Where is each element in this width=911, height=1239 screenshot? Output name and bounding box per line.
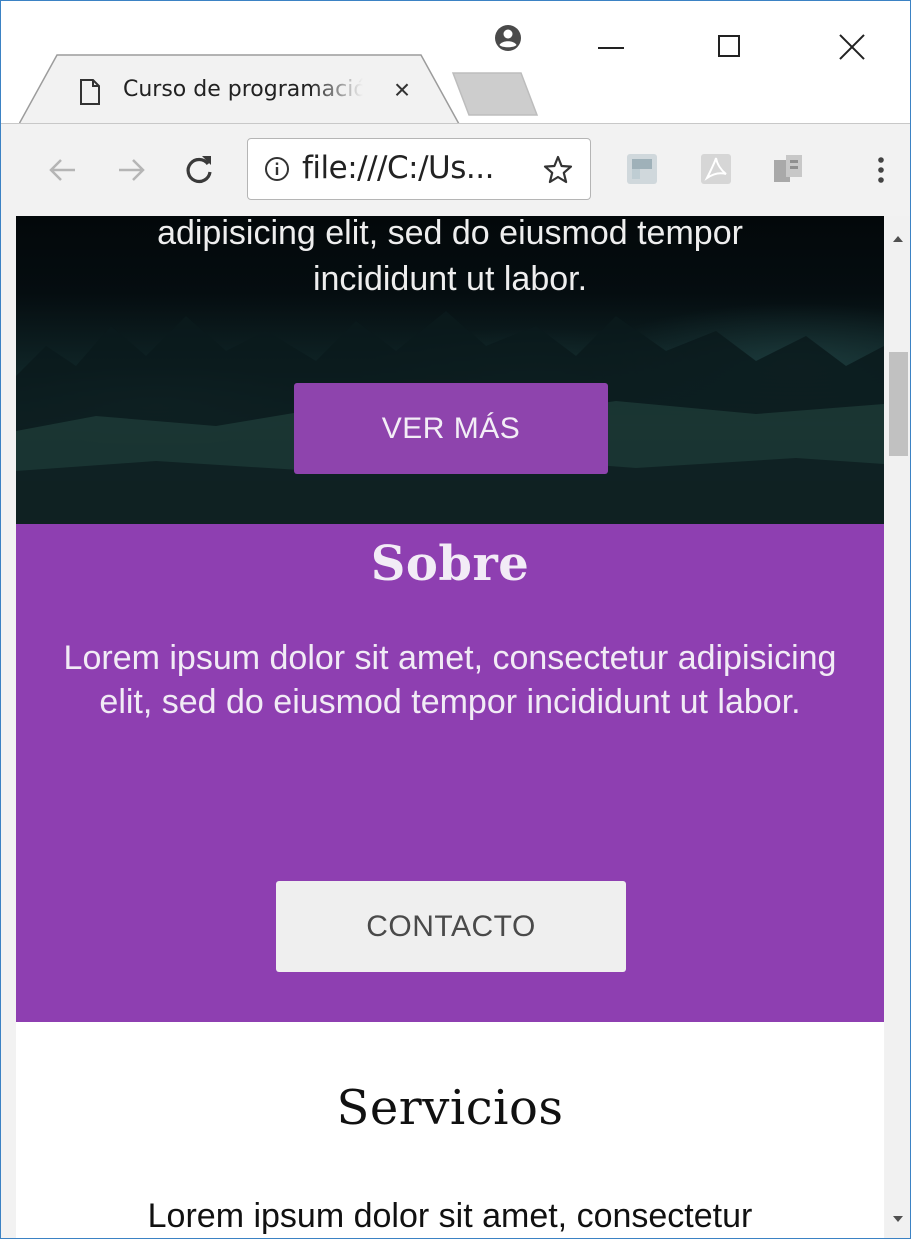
url-text: file:///C:/Us... — [302, 150, 494, 186]
hero-text-line-2: incididunt ut labor. — [312, 260, 588, 298]
back-arrow-icon[interactable] — [45, 152, 81, 188]
scroll-down-arrow-icon[interactable] — [893, 1216, 903, 1222]
profile-icon[interactable] — [493, 23, 523, 53]
minimize-button[interactable] — [550, 15, 670, 75]
servicios-section: Servicios Lorem ipsum dolor sit amet, co… — [16, 1022, 884, 1238]
forward-arrow-icon[interactable] — [113, 152, 149, 188]
browser-window: Curso de programación × file:///C:/Us...… — [0, 0, 911, 1239]
hero-section: adipisicing elit, sed do eiusmod tempor … — [16, 216, 884, 524]
browser-toolbar: file:///C:/Us... — [1, 123, 910, 216]
info-icon[interactable] — [264, 156, 290, 182]
tab-active[interactable]: Curso de programación × — [19, 53, 460, 125]
title-bar: Curso de programación × — [1, 1, 910, 125]
sobre-section: Sobre Lorem ipsum dolor sit amet, consec… — [16, 524, 884, 1022]
reload-icon[interactable] — [181, 152, 217, 188]
ver-mas-button[interactable]: VER MÁS — [294, 383, 608, 474]
servicios-text: Lorem ipsum dolor sit amet, consectetur — [147, 1197, 753, 1235]
scrollbar-thumb[interactable] — [889, 352, 908, 456]
minimize-icon — [598, 47, 624, 49]
maximize-icon — [718, 35, 740, 57]
scroll-up-arrow-icon[interactable] — [893, 236, 903, 242]
page-viewport: adipisicing elit, sed do eiusmod tempor … — [16, 216, 884, 1238]
reader-extension-icon[interactable] — [771, 152, 805, 186]
tab-close-button[interactable]: × — [387, 75, 417, 105]
tab-title: Curso de programación — [123, 77, 363, 102]
servicios-title: Servicios — [336, 1080, 564, 1136]
vertical-scrollbar[interactable] — [885, 216, 910, 1238]
contacto-button[interactable]: CONTACTO — [276, 881, 626, 972]
sobre-text: Lorem ipsum dolor sit amet, consectetur … — [63, 639, 837, 721]
close-window-button[interactable] — [790, 15, 910, 75]
extension-icon[interactable] — [625, 152, 659, 186]
new-tab-button[interactable] — [451, 69, 541, 119]
star-icon[interactable] — [542, 154, 574, 186]
hero-text-line-1: adipisicing elit, sed do eiusmod tempor — [157, 216, 743, 252]
address-bar[interactable]: file:///C:/Us... — [247, 138, 591, 200]
pdf-extension-icon[interactable] — [699, 152, 733, 186]
window-controls — [550, 15, 910, 75]
maximize-button[interactable] — [670, 15, 790, 75]
close-icon — [838, 33, 866, 61]
sobre-title: Sobre — [370, 536, 530, 592]
more-vertical-icon[interactable] — [871, 150, 891, 190]
page-icon — [80, 79, 100, 105]
